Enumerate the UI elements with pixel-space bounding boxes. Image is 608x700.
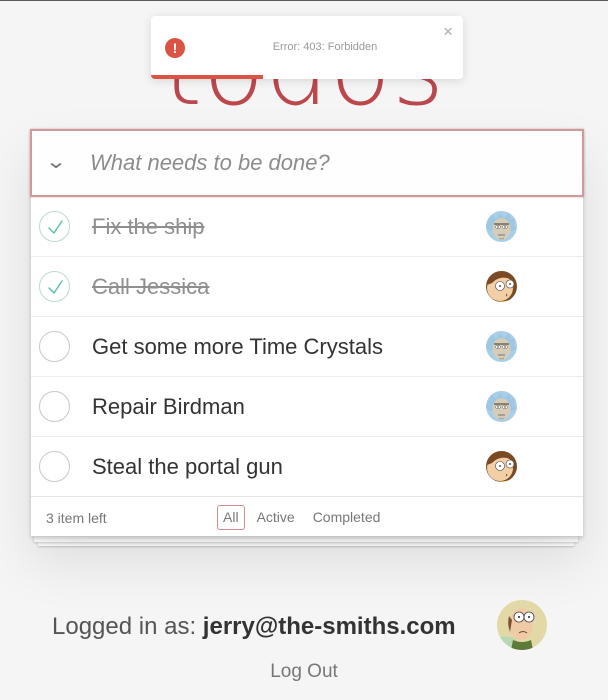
todo-item: Fix the ship — [31, 197, 583, 257]
todo-footer: 3 item left All Active Completed — [31, 496, 583, 536]
morty-avatar-icon — [486, 271, 517, 302]
todo-label[interactable]: Call Jessica — [92, 274, 209, 300]
toast-progress-bar — [151, 75, 264, 79]
morty-avatar-icon — [486, 451, 517, 482]
card-stack-shadow — [38, 542, 574, 546]
todo-checkbox[interactable] — [39, 331, 70, 362]
todo-checkbox[interactable] — [39, 391, 70, 422]
rick-avatar-icon — [486, 211, 517, 242]
todo-checkbox[interactable] — [39, 451, 70, 482]
items-left-count: 3 item left — [46, 510, 107, 526]
logout-link[interactable]: Log Out — [0, 661, 608, 683]
todo-item: Get some more Time Crystals — [31, 317, 583, 377]
filter-completed[interactable]: Completed — [307, 505, 387, 530]
todo-checkbox[interactable] — [39, 211, 70, 242]
todo-label[interactable]: Get some more Time Crystals — [92, 334, 383, 360]
todo-checkbox[interactable] — [39, 271, 70, 302]
todo-item: Call Jessica — [31, 257, 583, 317]
todo-item: Repair Birdman — [31, 377, 583, 437]
rick-avatar-icon — [486, 391, 517, 422]
filter-active[interactable]: Active — [251, 505, 301, 530]
filter-tabs: All Active Completed — [217, 505, 386, 530]
close-icon[interactable]: × — [443, 23, 453, 40]
todo-list: Fix the ship Call Jessica Get some more … — [31, 197, 583, 497]
filter-all[interactable]: All — [217, 505, 245, 530]
todo-label[interactable]: Fix the ship — [92, 214, 205, 240]
logged-in-label: Logged in as: — [52, 613, 203, 640]
jerry-avatar-icon — [497, 600, 547, 650]
error-toast: ! Error: 403: Forbidden × — [151, 16, 463, 79]
rick-avatar-icon — [486, 331, 517, 362]
toast-message: Error: 403: Forbidden — [272, 41, 378, 53]
user-email: jerry@the-smiths.com — [202, 613, 456, 640]
new-todo-row: ⌄ — [30, 129, 584, 197]
card-stack-shadow — [34, 536, 578, 542]
todo-app-card: ⌄ Fix the ship Call Jessica Get some mor… — [30, 129, 584, 536]
new-todo-input[interactable] — [90, 141, 560, 185]
todo-label[interactable]: Steal the portal gun — [92, 454, 283, 480]
todo-item: Steal the portal gun — [31, 437, 583, 497]
checkmark-icon — [48, 280, 63, 294]
todo-label[interactable]: Repair Birdman — [92, 394, 245, 420]
window-top-border — [0, 0, 608, 1]
toast-progress-track — [151, 75, 463, 79]
checkmark-icon — [48, 220, 63, 234]
user-avatar — [497, 600, 547, 650]
logged-in-info: Logged in as: jerry@the-smiths.com — [52, 613, 456, 641]
chevron-down-icon[interactable]: ⌄ — [43, 147, 69, 177]
